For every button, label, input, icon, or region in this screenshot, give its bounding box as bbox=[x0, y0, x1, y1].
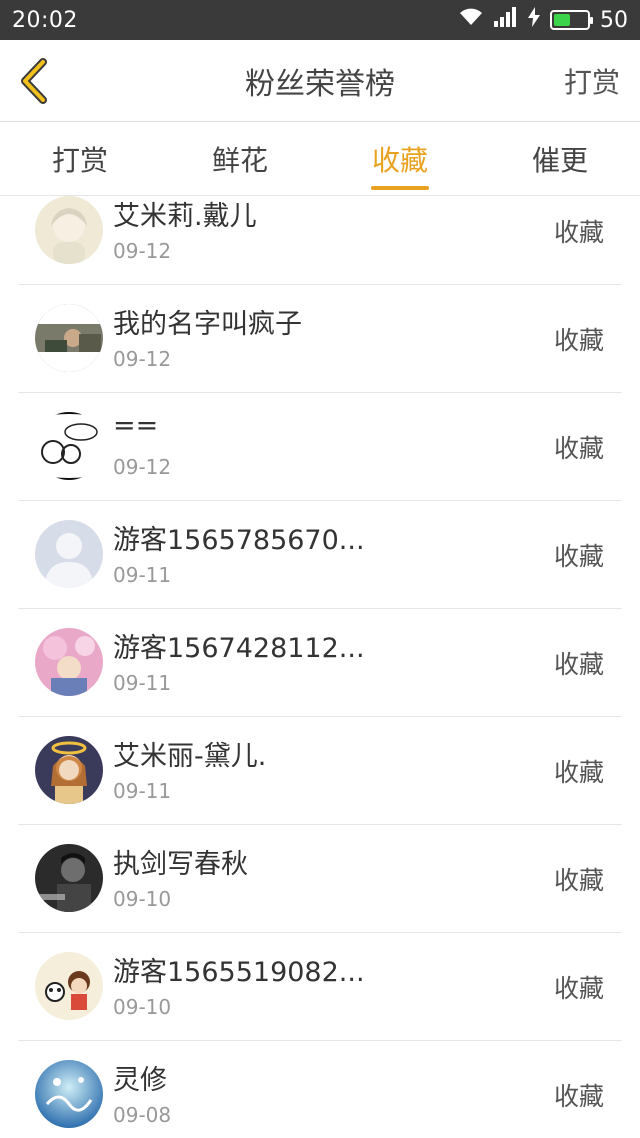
fan-date: 09-11 bbox=[113, 671, 172, 695]
battery-icon bbox=[550, 10, 593, 30]
list-item[interactable]: 游客1567428112... 09-11 收藏 bbox=[18, 609, 622, 717]
wifi-icon bbox=[458, 7, 484, 33]
app-header: 粉丝荣誉榜 打赏 bbox=[0, 40, 640, 122]
fan-date: 09-11 bbox=[113, 779, 172, 803]
fan-name: 游客1565785670... bbox=[113, 525, 365, 556]
list-item[interactable]: 我的名字叫疯子 09-12 收藏 bbox=[18, 285, 622, 393]
signal-icon bbox=[494, 7, 518, 33]
fan-action: 收藏 bbox=[553, 434, 604, 463]
avatar[interactable] bbox=[35, 520, 103, 588]
fan-date: 09-10 bbox=[113, 995, 172, 1019]
fan-date: 09-12 bbox=[113, 239, 172, 263]
tab-label: 收藏 bbox=[371, 143, 428, 177]
battery-level: 50 bbox=[600, 7, 628, 33]
battery-fill bbox=[554, 14, 570, 26]
list-item[interactable]: 艾米丽-黛儿. 09-11 收藏 bbox=[18, 717, 622, 825]
tab-label: 打赏 bbox=[51, 143, 108, 177]
fan-date: 09-11 bbox=[113, 563, 172, 587]
fan-action: 收藏 bbox=[553, 758, 604, 787]
fan-date: 09-10 bbox=[113, 887, 172, 911]
status-icons: 50 bbox=[458, 7, 628, 33]
reward-button[interactable]: 打赏 bbox=[564, 40, 620, 122]
tab-flowers[interactable]: 鲜花 bbox=[160, 122, 320, 195]
fan-action: 收藏 bbox=[553, 866, 604, 895]
fan-action: 收藏 bbox=[553, 1082, 604, 1111]
fan-action: 收藏 bbox=[553, 218, 604, 247]
fan-name: == bbox=[113, 410, 159, 441]
fan-name: 艾米莉.戴儿 bbox=[113, 201, 257, 232]
fan-action: 收藏 bbox=[553, 974, 604, 1003]
tab-label: 鲜花 bbox=[211, 143, 268, 177]
tab-bar: 打赏 鲜花 收藏 催更 bbox=[0, 122, 640, 196]
page-title: 粉丝荣誉榜 bbox=[245, 67, 395, 102]
avatar[interactable] bbox=[35, 736, 103, 804]
list-item[interactable]: == 09-12 收藏 bbox=[18, 393, 622, 501]
fan-name: 游客1567428112... bbox=[113, 633, 365, 664]
fan-name: 灵修 bbox=[113, 1065, 167, 1096]
list-item[interactable]: 灵修 09-08 收藏 bbox=[18, 1041, 622, 1138]
fan-date: 09-12 bbox=[113, 455, 172, 479]
avatar[interactable] bbox=[35, 304, 103, 372]
avatar[interactable] bbox=[35, 196, 103, 264]
fan-date: 09-08 bbox=[113, 1103, 172, 1127]
active-tab-indicator bbox=[371, 186, 429, 190]
fan-name: 我的名字叫疯子 bbox=[113, 309, 302, 340]
fan-date: 09-12 bbox=[113, 347, 172, 371]
avatar[interactable] bbox=[35, 1060, 103, 1128]
tab-urge[interactable]: 催更 bbox=[480, 122, 640, 195]
fan-action: 收藏 bbox=[553, 542, 604, 571]
tab-collect[interactable]: 收藏 bbox=[320, 122, 480, 195]
list-item[interactable]: 游客1565519082... 09-10 收藏 bbox=[18, 933, 622, 1041]
status-bar: 20:02 50 bbox=[0, 0, 640, 40]
avatar[interactable] bbox=[35, 844, 103, 912]
tab-reward[interactable]: 打赏 bbox=[0, 122, 160, 195]
fan-name: 艾米丽-黛儿. bbox=[113, 741, 267, 772]
avatar[interactable] bbox=[35, 628, 103, 696]
fan-name: 执剑写春秋 bbox=[113, 849, 248, 880]
avatar[interactable] bbox=[35, 412, 103, 480]
status-time: 20:02 bbox=[12, 7, 78, 33]
charging-icon bbox=[528, 7, 540, 33]
fan-action: 收藏 bbox=[553, 326, 604, 355]
list-item[interactable]: 艾米莉.戴儿 09-12 收藏 bbox=[18, 196, 622, 285]
list-item[interactable]: 游客1565785670... 09-11 收藏 bbox=[18, 501, 622, 609]
fan-name: 游客1565519082... bbox=[113, 957, 365, 988]
fan-list[interactable]: 艾米莉.戴儿 09-12 收藏 我的名字叫疯子 09-12 收藏 == 09-1… bbox=[0, 196, 640, 1138]
list-item[interactable]: 执剑写春秋 09-10 收藏 bbox=[18, 825, 622, 933]
tab-label: 催更 bbox=[531, 143, 588, 177]
fan-action: 收藏 bbox=[553, 650, 604, 679]
avatar[interactable] bbox=[35, 952, 103, 1020]
